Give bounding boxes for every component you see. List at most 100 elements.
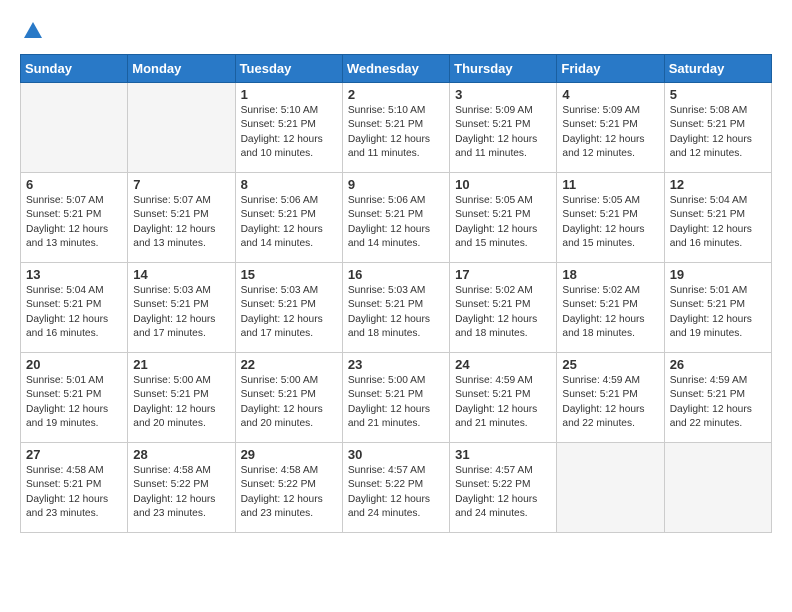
calendar-cell: 1 Sunrise: 5:10 AM Sunset: 5:21 PM Daylig… [235, 83, 342, 173]
day-number: 1 [241, 87, 337, 102]
logo [20, 20, 44, 38]
day-number: 13 [26, 267, 122, 282]
cell-content: Sunrise: 5:07 AM Sunset: 5:21 PM Dayligh… [133, 194, 229, 251]
page-header [20, 20, 772, 38]
day-number: 30 [348, 447, 444, 462]
cell-content: Sunrise: 5:03 AM Sunset: 5:21 PM Dayligh… [348, 284, 444, 341]
calendar-cell: 13Sunrise: 5:04 AM Sunset: 5:21 PM Dayli… [21, 263, 128, 353]
calendar-cell: 7 Sunrise: 5:07 AM Sunset: 5:21 PM Daylig… [128, 173, 235, 263]
weekday-wednesday: Wednesday [342, 55, 449, 83]
day-number: 10 [455, 177, 551, 192]
week-row-1: 1 Sunrise: 5:10 AM Sunset: 5:21 PM Daylig… [21, 83, 772, 173]
day-number: 19 [670, 267, 766, 282]
cell-content: Sunrise: 4:59 AM Sunset: 5:21 PM Dayligh… [670, 374, 766, 431]
calendar-cell [128, 83, 235, 173]
cell-content: Sunrise: 5:07 AM Sunset: 5:21 PM Dayligh… [26, 194, 122, 251]
calendar-cell: 12Sunrise: 5:04 AM Sunset: 5:21 PM Dayli… [664, 173, 771, 263]
weekday-tuesday: Tuesday [235, 55, 342, 83]
calendar-cell: 20 Sunrise: 5:01 AM Sunset: 5:21 PM Dayli… [21, 353, 128, 443]
calendar-cell: 6 Sunrise: 5:07 AM Sunset: 5:21 PM Daylig… [21, 173, 128, 263]
calendar-cell: 5 Sunrise: 5:08 AM Sunset: 5:21 PM Daylig… [664, 83, 771, 173]
cell-content: Sunrise: 4:59 AM Sunset: 5:21 PM Dayligh… [455, 374, 551, 431]
cell-content: Sunrise: 5:03 AM Sunset: 5:21 PM Dayligh… [241, 284, 337, 341]
calendar-cell: 23 Sunrise: 5:00 AM Sunset: 5:21 PM Dayli… [342, 353, 449, 443]
calendar-cell: 26Sunrise: 4:59 AM Sunset: 5:21 PM Dayli… [664, 353, 771, 443]
calendar-cell: 31Sunrise: 4:57 AM Sunset: 5:22 PM Dayli… [450, 443, 557, 533]
calendar-cell: 10 Sunrise: 5:05 AM Sunset: 5:21 PM Dayli… [450, 173, 557, 263]
weekday-thursday: Thursday [450, 55, 557, 83]
day-number: 12 [670, 177, 766, 192]
calendar-cell: 8Sunrise: 5:06 AM Sunset: 5:21 PM Daylig… [235, 173, 342, 263]
cell-content: Sunrise: 5:00 AM Sunset: 5:21 PM Dayligh… [348, 374, 444, 431]
cell-content: Sunrise: 5:06 AM Sunset: 5:21 PM Dayligh… [348, 194, 444, 251]
weekday-monday: Monday [128, 55, 235, 83]
day-number: 4 [562, 87, 658, 102]
cell-content: Sunrise: 5:00 AM Sunset: 5:21 PM Dayligh… [241, 374, 337, 431]
day-number: 25 [562, 357, 658, 372]
calendar-cell: 19 Sunrise: 5:01 AM Sunset: 5:21 PM Dayli… [664, 263, 771, 353]
calendar-cell: 11 Sunrise: 5:05 AM Sunset: 5:21 PM Dayli… [557, 173, 664, 263]
day-number: 7 [133, 177, 229, 192]
day-number: 11 [562, 177, 658, 192]
calendar-cell: 22 Sunrise: 5:00 AM Sunset: 5:21 PM Dayli… [235, 353, 342, 443]
day-number: 3 [455, 87, 551, 102]
calendar-cell: 18Sunrise: 5:02 AM Sunset: 5:21 PM Dayli… [557, 263, 664, 353]
day-number: 9 [348, 177, 444, 192]
cell-content: Sunrise: 5:09 AM Sunset: 5:21 PM Dayligh… [562, 104, 658, 161]
calendar-cell: 28 Sunrise: 4:58 AM Sunset: 5:22 PM Dayli… [128, 443, 235, 533]
day-number: 31 [455, 447, 551, 462]
cell-content: Sunrise: 4:58 AM Sunset: 5:22 PM Dayligh… [133, 464, 229, 521]
cell-content: Sunrise: 4:58 AM Sunset: 5:22 PM Dayligh… [241, 464, 337, 521]
calendar-cell: 2 Sunrise: 5:10 AM Sunset: 5:21 PM Daylig… [342, 83, 449, 173]
cell-content: Sunrise: 5:05 AM Sunset: 5:21 PM Dayligh… [562, 194, 658, 251]
calendar-cell: 30 Sunrise: 4:57 AM Sunset: 5:22 PM Dayli… [342, 443, 449, 533]
weekday-header-row: SundayMondayTuesdayWednesdayThursdayFrid… [21, 55, 772, 83]
cell-content: Sunrise: 5:03 AM Sunset: 5:21 PM Dayligh… [133, 284, 229, 341]
day-number: 6 [26, 177, 122, 192]
logo-icon [22, 20, 44, 42]
calendar-cell [21, 83, 128, 173]
day-number: 17 [455, 267, 551, 282]
cell-content: Sunrise: 5:05 AM Sunset: 5:21 PM Dayligh… [455, 194, 551, 251]
cell-content: Sunrise: 4:57 AM Sunset: 5:22 PM Dayligh… [348, 464, 444, 521]
cell-content: Sunrise: 5:09 AM Sunset: 5:21 PM Dayligh… [455, 104, 551, 161]
day-number: 18 [562, 267, 658, 282]
week-row-3: 13Sunrise: 5:04 AM Sunset: 5:21 PM Dayli… [21, 263, 772, 353]
day-number: 8 [241, 177, 337, 192]
day-number: 5 [670, 87, 766, 102]
calendar-cell: 14 Sunrise: 5:03 AM Sunset: 5:21 PM Dayli… [128, 263, 235, 353]
cell-content: Sunrise: 4:58 AM Sunset: 5:21 PM Dayligh… [26, 464, 122, 521]
cell-content: Sunrise: 5:01 AM Sunset: 5:21 PM Dayligh… [26, 374, 122, 431]
cell-content: Sunrise: 5:02 AM Sunset: 5:21 PM Dayligh… [455, 284, 551, 341]
day-number: 15 [241, 267, 337, 282]
day-number: 20 [26, 357, 122, 372]
cell-content: Sunrise: 5:01 AM Sunset: 5:21 PM Dayligh… [670, 284, 766, 341]
day-number: 2 [348, 87, 444, 102]
calendar-cell: 9 Sunrise: 5:06 AM Sunset: 5:21 PM Daylig… [342, 173, 449, 263]
day-number: 22 [241, 357, 337, 372]
calendar-cell: 15 Sunrise: 5:03 AM Sunset: 5:21 PM Dayli… [235, 263, 342, 353]
day-number: 24 [455, 357, 551, 372]
day-number: 29 [241, 447, 337, 462]
calendar-cell: 17 Sunrise: 5:02 AM Sunset: 5:21 PM Dayli… [450, 263, 557, 353]
calendar-cell: 3 Sunrise: 5:09 AM Sunset: 5:21 PM Daylig… [450, 83, 557, 173]
weekday-sunday: Sunday [21, 55, 128, 83]
calendar-cell: 16 Sunrise: 5:03 AM Sunset: 5:21 PM Dayli… [342, 263, 449, 353]
weekday-saturday: Saturday [664, 55, 771, 83]
week-row-4: 20 Sunrise: 5:01 AM Sunset: 5:21 PM Dayli… [21, 353, 772, 443]
cell-content: Sunrise: 5:10 AM Sunset: 5:21 PM Dayligh… [241, 104, 337, 161]
cell-content: Sunrise: 4:59 AM Sunset: 5:21 PM Dayligh… [562, 374, 658, 431]
day-number: 28 [133, 447, 229, 462]
day-number: 21 [133, 357, 229, 372]
calendar-cell: 21Sunrise: 5:00 AM Sunset: 5:21 PM Dayli… [128, 353, 235, 443]
day-number: 23 [348, 357, 444, 372]
cell-content: Sunrise: 5:10 AM Sunset: 5:21 PM Dayligh… [348, 104, 444, 161]
calendar-cell: 25 Sunrise: 4:59 AM Sunset: 5:21 PM Dayli… [557, 353, 664, 443]
calendar-cell: 4 Sunrise: 5:09 AM Sunset: 5:21 PM Daylig… [557, 83, 664, 173]
calendar-cell: 24 Sunrise: 4:59 AM Sunset: 5:21 PM Dayli… [450, 353, 557, 443]
week-row-2: 6 Sunrise: 5:07 AM Sunset: 5:21 PM Daylig… [21, 173, 772, 263]
calendar-cell: 27Sunrise: 4:58 AM Sunset: 5:21 PM Dayli… [21, 443, 128, 533]
cell-content: Sunrise: 5:08 AM Sunset: 5:21 PM Dayligh… [670, 104, 766, 161]
day-number: 16 [348, 267, 444, 282]
day-number: 14 [133, 267, 229, 282]
